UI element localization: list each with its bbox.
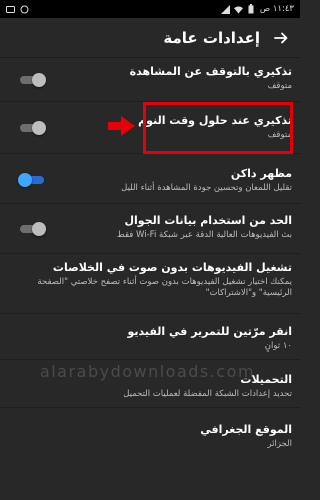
setting-title: الموقع الجغرافي [200,423,292,436]
setting-limit-mobile-data[interactable]: الحد من استخدام بيانات الجوال بث الفيديو… [0,204,300,254]
setting-subtitle: متوقف [267,81,292,91]
setting-muted-playback[interactable]: تشغيل الفيديوهات بدون صوت في الخلاصات يم… [0,254,300,314]
setting-subtitle: يمكنك اختيار تشغيل الفيديوهات بدون صوت أ… [37,277,292,298]
bedtime-toggle[interactable] [18,121,46,135]
setting-take-break[interactable]: تذكيري بالتوقف عن المشاهدة متوقف [0,58,300,102]
setting-double-tap-seek[interactable]: انقر مرّتين للتمرير في الفيديو ١٠ ثوانٍ [0,314,300,360]
setting-subtitle: تقليل اللمعان وتحسين جودة المشاهدة أثناء… [121,183,292,193]
arrow-right-icon[interactable] [272,29,290,47]
mobile-data-toggle[interactable] [18,222,46,236]
status-right: ١١:٤٣ ص [220,4,294,14]
setting-title: مظهر داكن [230,167,292,180]
setting-title: تذكيري بالتوقف عن المشاهدة [129,65,292,78]
dark-theme-toggle[interactable] [18,173,46,187]
signal-icon [220,4,230,14]
setting-location[interactable]: الموقع الجغرافي الجزائر [0,408,300,460]
setting-subtitle: تحديد إعدادات الشبكة المفضلة لعمليات الت… [123,389,292,399]
status-left [6,5,29,14]
page-title: إعدادات عامة [163,28,260,47]
highlight-box [143,102,293,154]
app-bar: إعدادات عامة [0,18,300,58]
notification-icon [20,5,29,14]
setting-subtitle: بث الفيديوهات العالية الدقة عبر شبكة Wi-… [116,230,292,240]
status-bar: ١١:٤٣ ص [0,0,300,18]
take-break-toggle[interactable] [18,73,46,87]
setting-title: الحد من استخدام بيانات الجوال [124,214,292,227]
watermark: alarabydownloads.com [40,362,256,381]
message-icon [6,5,15,14]
setting-subtitle: ١٠ ثوانٍ [264,341,292,351]
setting-title: تشغيل الفيديوهات بدون صوت في الخلاصات [52,261,292,274]
status-time: ١١:٤٣ ص [259,4,294,14]
wifi-icon [233,5,243,14]
setting-title: انقر مرّتين للتمرير في الفيديو [127,325,292,338]
setting-dark-theme[interactable]: مظهر داكن تقليل اللمعان وتحسين جودة المش… [0,154,300,204]
pointer-arrow-icon [108,116,135,136]
battery-icon [247,4,256,14]
setting-subtitle: الجزائر [267,439,292,449]
